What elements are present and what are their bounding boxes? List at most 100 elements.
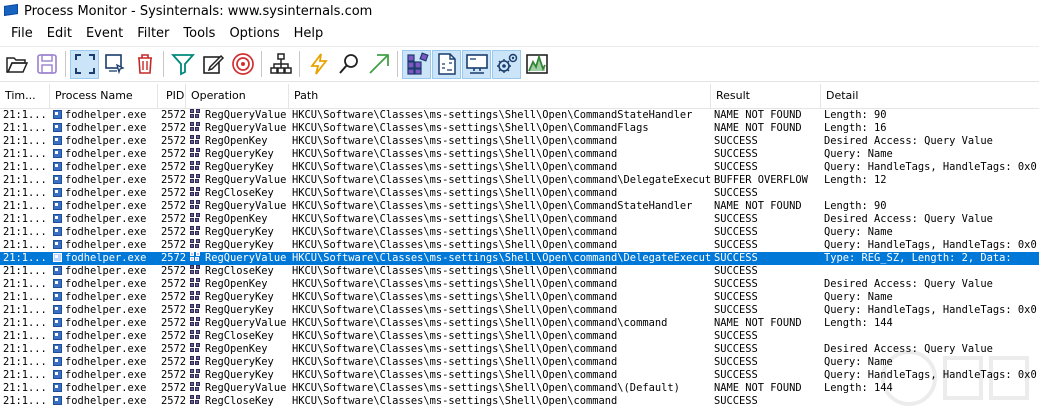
registry-icon xyxy=(190,291,201,301)
table-row[interactable]: 21:1... fodhelper.exe 2572 RegCloseKey HKCU\… xyxy=(0,330,1039,343)
cell-result: SUCCESS xyxy=(714,356,758,368)
cell-path: HKCU\Software\Classes\ms-settings\Shell\… xyxy=(292,291,618,303)
table-row[interactable]: 21:1... fodhelper.exe 2572 RegQueryValue HKC… xyxy=(0,252,1039,265)
operation-name: RegCloseKey xyxy=(205,187,274,199)
cell-pid: 2572 xyxy=(161,161,186,173)
event-properties-icon[interactable] xyxy=(304,50,333,79)
table-row[interactable]: 21:1... fodhelper.exe 2572 RegQueryValue HKC… xyxy=(0,200,1039,213)
cell-path: HKCU\Software\Classes\ms-settings\Shell\… xyxy=(292,252,711,264)
operation-name: RegCloseKey xyxy=(205,265,274,277)
process-icon xyxy=(53,149,62,158)
jump-icon[interactable] xyxy=(364,50,393,79)
operation-name: RegOpenKey xyxy=(205,213,268,225)
table-row[interactable]: 21:1... fodhelper.exe 2572 RegQueryValue HKC… xyxy=(0,109,1039,122)
cell-detail: Desired Access: Query Value xyxy=(824,278,993,290)
process-tree-icon[interactable] xyxy=(266,50,295,79)
cell-pid: 2572 xyxy=(161,343,186,355)
cell-pid: 2572 xyxy=(161,174,186,186)
cell-result: SUCCESS xyxy=(714,148,758,160)
registry-icon xyxy=(190,200,201,210)
table-row[interactable]: 21:1... fodhelper.exe 2572 RegQueryValue HKC… xyxy=(0,317,1039,330)
include-process-icon[interactable] xyxy=(228,50,257,79)
menu-tools[interactable]: Tools xyxy=(176,22,222,46)
cell-operation: RegQueryKey xyxy=(186,226,289,239)
operation-name: RegQueryKey xyxy=(205,369,274,381)
process-activity-icon[interactable] xyxy=(492,49,521,79)
operation-name: RegCloseKey xyxy=(205,395,274,407)
cell-pid: 2572 xyxy=(161,109,186,121)
registry-icon xyxy=(190,278,201,288)
process-name: fodhelper.exe xyxy=(65,109,147,121)
clear-icon[interactable] xyxy=(130,50,159,79)
cell-result: SUCCESS xyxy=(714,291,758,303)
process-name: fodhelper.exe xyxy=(65,226,147,238)
cell-time: 21:1... xyxy=(3,122,47,134)
cell-time: 21:1... xyxy=(3,161,47,173)
network-activity-icon[interactable] xyxy=(462,49,491,79)
file-activity-icon[interactable] xyxy=(432,49,461,79)
table-row[interactable]: 21:1... fodhelper.exe 2572 RegCloseKey HKCU\… xyxy=(0,187,1039,200)
menu-help[interactable]: Help xyxy=(287,22,331,46)
cell-path: HKCU\Software\Classes\ms-settings\Shell\… xyxy=(292,213,618,225)
table-row[interactable]: 21:1... fodhelper.exe 2572 RegQueryKey HKCU\… xyxy=(0,304,1039,317)
cell-path: HKCU\Software\Classes\ms-settings\Shell\… xyxy=(292,356,618,368)
table-row[interactable]: 21:1... fodhelper.exe 2572 RegQueryKey HKCU\… xyxy=(0,239,1039,252)
column-header-process-name[interactable]: Process Name xyxy=(50,84,158,108)
column-header-time[interactable]: Tim... xyxy=(0,84,50,108)
table-row[interactable]: 21:1... fodhelper.exe 2572 RegQueryKey HKCU\… xyxy=(0,161,1039,174)
operation-name: RegQueryValue xyxy=(205,109,287,121)
menu-edit[interactable]: Edit xyxy=(40,22,79,46)
cell-detail: Desired Access: Query Value xyxy=(824,213,993,225)
column-header-result[interactable]: Result xyxy=(711,84,821,108)
event-list[interactable]: Tim... Process Name PID Operation Path R… xyxy=(0,84,1039,412)
window-title: Process Monitor - Sysinternals: www.sysi… xyxy=(24,3,373,19)
highlight-icon[interactable] xyxy=(198,50,227,79)
table-row[interactable]: 21:1... fodhelper.exe 2572 RegQueryKey HKCU\… xyxy=(0,226,1039,239)
table-row[interactable]: 21:1... fodhelper.exe 2572 RegQueryKey HKCU\… xyxy=(0,148,1039,161)
operation-name: RegQueryKey xyxy=(205,148,274,160)
table-row[interactable]: 21:1... fodhelper.exe 2572 RegOpenKey HKCU\S… xyxy=(0,213,1039,226)
cell-result: NAME NOT FOUND xyxy=(714,122,802,134)
process-name: fodhelper.exe xyxy=(65,174,147,186)
column-header-detail[interactable]: Detail xyxy=(821,84,1039,108)
cell-operation: RegOpenKey xyxy=(186,343,289,356)
cell-detail: Type: REG_SZ, Length: 2, Data: xyxy=(824,252,1012,264)
cell-process-name: fodhelper.exe xyxy=(50,278,158,291)
column-header-path[interactable]: Path xyxy=(289,84,711,108)
column-header-operation[interactable]: Operation xyxy=(186,84,289,108)
column-header-pid[interactable]: PID xyxy=(158,84,186,108)
cell-pid: 2572 xyxy=(161,278,186,290)
cell-operation: RegCloseKey xyxy=(186,265,289,278)
table-row[interactable]: 21:1... fodhelper.exe 2572 RegQueryKey HKCU\… xyxy=(0,291,1039,304)
table-row[interactable]: 21:1... fodhelper.exe 2572 RegCloseKey HKCU\… xyxy=(0,265,1039,278)
menu-event[interactable]: Event xyxy=(79,22,130,46)
operation-name: RegQueryValue xyxy=(205,174,287,186)
operation-name: RegQueryKey xyxy=(205,304,274,316)
cell-detail: Length: 12 xyxy=(824,174,887,186)
menu-options[interactable]: Options xyxy=(222,22,286,46)
table-row[interactable]: 21:1... fodhelper.exe 2572 RegOpenKey HKCU\S… xyxy=(0,135,1039,148)
table-row[interactable]: 21:1... fodhelper.exe 2572 RegQueryValue HKC… xyxy=(0,174,1039,187)
save-icon[interactable] xyxy=(32,50,61,79)
autoscroll-icon[interactable] xyxy=(100,50,129,79)
process-icon xyxy=(53,110,62,119)
toolbar xyxy=(0,46,1039,82)
capture-icon[interactable] xyxy=(70,49,99,79)
profiling-activity-icon[interactable] xyxy=(522,50,551,79)
registry-activity-icon[interactable] xyxy=(402,49,431,79)
cell-path: HKCU\Software\Classes\ms-settings\Shell\… xyxy=(292,239,618,251)
operation-name: RegQueryValue xyxy=(205,317,287,329)
table-row[interactable]: 21:1... fodhelper.exe 2572 RegQueryValue HKC… xyxy=(0,122,1039,135)
cell-detail: Query: HandleTags, HandleTags: 0x0 xyxy=(824,239,1037,251)
find-icon[interactable] xyxy=(334,50,363,79)
process-name: fodhelper.exe xyxy=(65,187,147,199)
cell-pid: 2572 xyxy=(161,122,186,134)
cell-process-name: fodhelper.exe xyxy=(50,356,158,369)
filter-icon[interactable] xyxy=(168,50,197,79)
open-icon[interactable] xyxy=(2,50,31,79)
menu-file[interactable]: File xyxy=(4,22,40,46)
menu-filter[interactable]: Filter xyxy=(130,22,176,46)
cell-time: 21:1... xyxy=(3,291,47,303)
table-row[interactable]: 21:1... fodhelper.exe 2572 RegOpenKey HKCU\S… xyxy=(0,278,1039,291)
cell-detail: Length: 90 xyxy=(824,109,887,121)
